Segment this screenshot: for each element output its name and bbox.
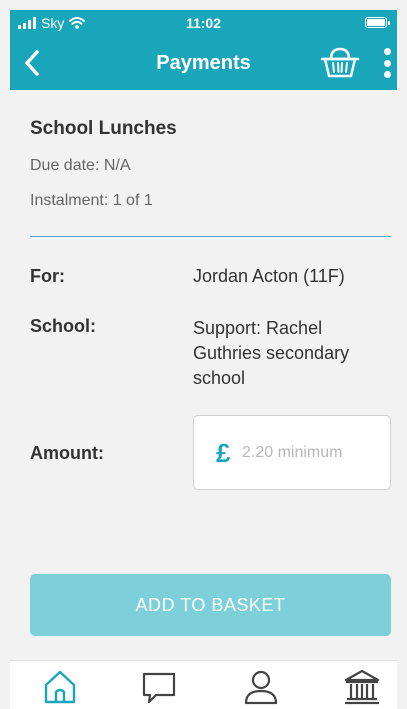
amount-label: Amount: [30,443,104,463]
add-to-basket-button[interactable]: ADD TO BASKET [30,574,391,636]
payment-details: School Lunches Due date: N/A Instalment:… [10,90,397,660]
divider [30,236,391,237]
basket-button[interactable] [320,45,360,79]
bank-icon [344,669,380,705]
tab-home[interactable] [40,668,80,706]
status-time: 11:02 [185,15,222,31]
app-screen: Sky 11:02 Payments School Lunches Due da… [0,0,407,709]
basket-icon [320,47,360,78]
nav-header: Payments [10,36,397,90]
battery-icon [365,17,390,28]
instalment: Instalment: 1 of 1 [30,192,153,209]
for-value: Jordan Acton (11F) [193,266,345,286]
tab-bank[interactable] [342,668,382,706]
home-icon [44,670,76,704]
more-options-button[interactable] [381,48,393,78]
amount-input[interactable] [242,440,382,466]
tab-messages[interactable] [139,668,179,706]
payment-title: School Lunches [30,118,177,139]
due-date: Due date: N/A [30,157,131,174]
for-label: For: [30,266,65,286]
chat-icon [142,672,176,704]
currency-symbol: £ [216,438,231,468]
tab-profile[interactable] [241,668,281,706]
status-bar: Sky 11:02 [10,10,397,36]
top-bar: Sky 11:02 Payments [10,10,397,90]
more-dot-icon [383,71,391,78]
more-dot-icon [383,59,391,67]
tab-bar [10,660,397,709]
amount-field[interactable]: £ [193,415,391,490]
more-dot-icon [383,48,391,55]
school-label: School: [30,316,96,336]
profile-icon [244,670,278,705]
school-value: Support: Rachel Guthries secondary schoo… [193,318,350,388]
